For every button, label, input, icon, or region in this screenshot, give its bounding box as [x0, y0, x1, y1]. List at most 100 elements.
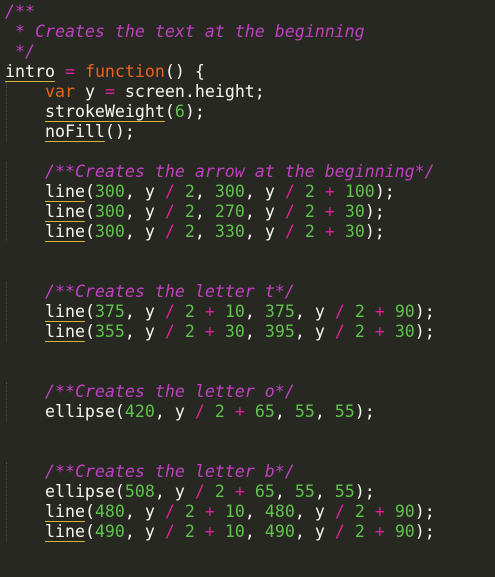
- code-token: +: [234, 482, 245, 501]
- code-line[interactable]: */: [5, 42, 35, 62]
- code-token: 2: [184, 202, 195, 221]
- code-line[interactable]: line(375, y / 2 + 10, 375, y / 2 + 90);: [5, 302, 435, 322]
- code-line[interactable]: line(300, y / 2, 300, y / 2 + 100);: [5, 182, 395, 202]
- code-token: (: [84, 302, 95, 321]
- code-token: ,: [274, 482, 295, 501]
- code-token: 2: [184, 502, 195, 521]
- code-token: +: [234, 402, 245, 421]
- code-token: );: [374, 182, 395, 201]
- code-token: intro: [5, 62, 55, 81]
- code-token: (: [114, 482, 125, 501]
- code-token: () {: [164, 62, 205, 81]
- code-token: 2: [304, 222, 315, 241]
- code-token: );: [354, 402, 375, 421]
- code-token: 300: [94, 222, 125, 241]
- code-token: (: [84, 222, 95, 241]
- code-line[interactable]: line(300, y / 2, 270, y / 2 + 30);: [5, 202, 385, 222]
- code-token: ,: [194, 182, 215, 201]
- code-token: 2: [214, 482, 225, 501]
- code-line[interactable]: * Creates the text at the beginning: [5, 22, 365, 42]
- code-token: /: [334, 522, 345, 541]
- code-token: =: [64, 62, 75, 81]
- code-token: /: [164, 182, 175, 201]
- code-line[interactable]: ellipse(508, y / 2 + 65, 55, 55);: [5, 482, 375, 502]
- code-line[interactable]: var y = screen.height;: [5, 82, 265, 102]
- code-line[interactable]: ellipse(420, y / 2 + 65, 55, 55);: [5, 402, 375, 422]
- code-token: 30: [394, 322, 415, 341]
- code-token: (: [84, 522, 95, 541]
- code-token: 100: [344, 182, 375, 201]
- code-token: 90: [394, 502, 415, 521]
- code-token: 55: [294, 482, 315, 501]
- code-token: /: [164, 222, 175, 241]
- code-token: 300: [214, 182, 245, 201]
- code-token: +: [324, 222, 335, 241]
- code-token: 420: [124, 402, 155, 421]
- code-token: ,: [244, 522, 265, 541]
- code-token: ,: [194, 202, 215, 221]
- code-editor[interactable]: /** * Creates the text at the beginning …: [0, 0, 495, 577]
- code-line[interactable]: line(300, y / 2, 330, y / 2 + 30);: [5, 222, 385, 242]
- code-token: 300: [94, 182, 125, 201]
- code-token: 2: [304, 182, 315, 201]
- code-token: 2: [184, 222, 195, 241]
- code-token: , y: [154, 482, 195, 501]
- code-line[interactable]: /**Creates the arrow at the beginning*/: [5, 162, 435, 182]
- code-token: 2: [184, 302, 195, 321]
- code-token: );: [414, 302, 435, 321]
- code-token: , y: [124, 322, 165, 341]
- code-token: 508: [124, 482, 155, 501]
- code-token: 65: [254, 482, 275, 501]
- code-token: , y: [294, 522, 335, 541]
- code-token: , y: [124, 222, 165, 241]
- code-line[interactable]: /**Creates the letter b*/: [5, 462, 295, 482]
- code-token: 10: [224, 502, 245, 521]
- code-line[interactable]: line(480, y / 2 + 10, 480, y / 2 + 90);: [5, 502, 435, 522]
- code-line[interactable]: strokeWeight(6);: [5, 102, 205, 122]
- code-token: line: [44, 182, 85, 201]
- code-token: );: [414, 322, 435, 341]
- code-line[interactable]: /**Creates the letter o*/: [5, 382, 295, 402]
- code-token: var: [44, 82, 75, 101]
- code-token: +: [324, 202, 335, 221]
- code-token: , y: [244, 182, 285, 201]
- code-token: , y: [294, 502, 335, 521]
- code-line[interactable]: line(490, y / 2 + 10, 490, y / 2 + 90);: [5, 522, 435, 542]
- code-line[interactable]: noFill();: [5, 122, 135, 142]
- code-line[interactable]: /**: [5, 2, 35, 22]
- code-token: 395: [264, 322, 295, 341]
- code-token: 55: [334, 402, 355, 421]
- code-token: line: [44, 502, 85, 521]
- code-token: 2: [304, 202, 315, 221]
- code-token: /**Creates the letter b*/: [44, 462, 295, 481]
- code-token: 10: [224, 522, 245, 541]
- code-token: 2: [184, 522, 195, 541]
- code-token: , y: [294, 322, 335, 341]
- code-token: /**: [5, 2, 35, 21]
- code-line[interactable]: /**Creates the letter t*/: [5, 282, 295, 302]
- code-line[interactable]: line(355, y / 2 + 30, 395, y / 2 + 30);: [5, 322, 435, 342]
- code-line[interactable]: intro = function() {: [5, 62, 205, 82]
- code-token: y: [74, 82, 105, 101]
- code-token: 6: [174, 102, 185, 121]
- code-token: +: [204, 502, 215, 521]
